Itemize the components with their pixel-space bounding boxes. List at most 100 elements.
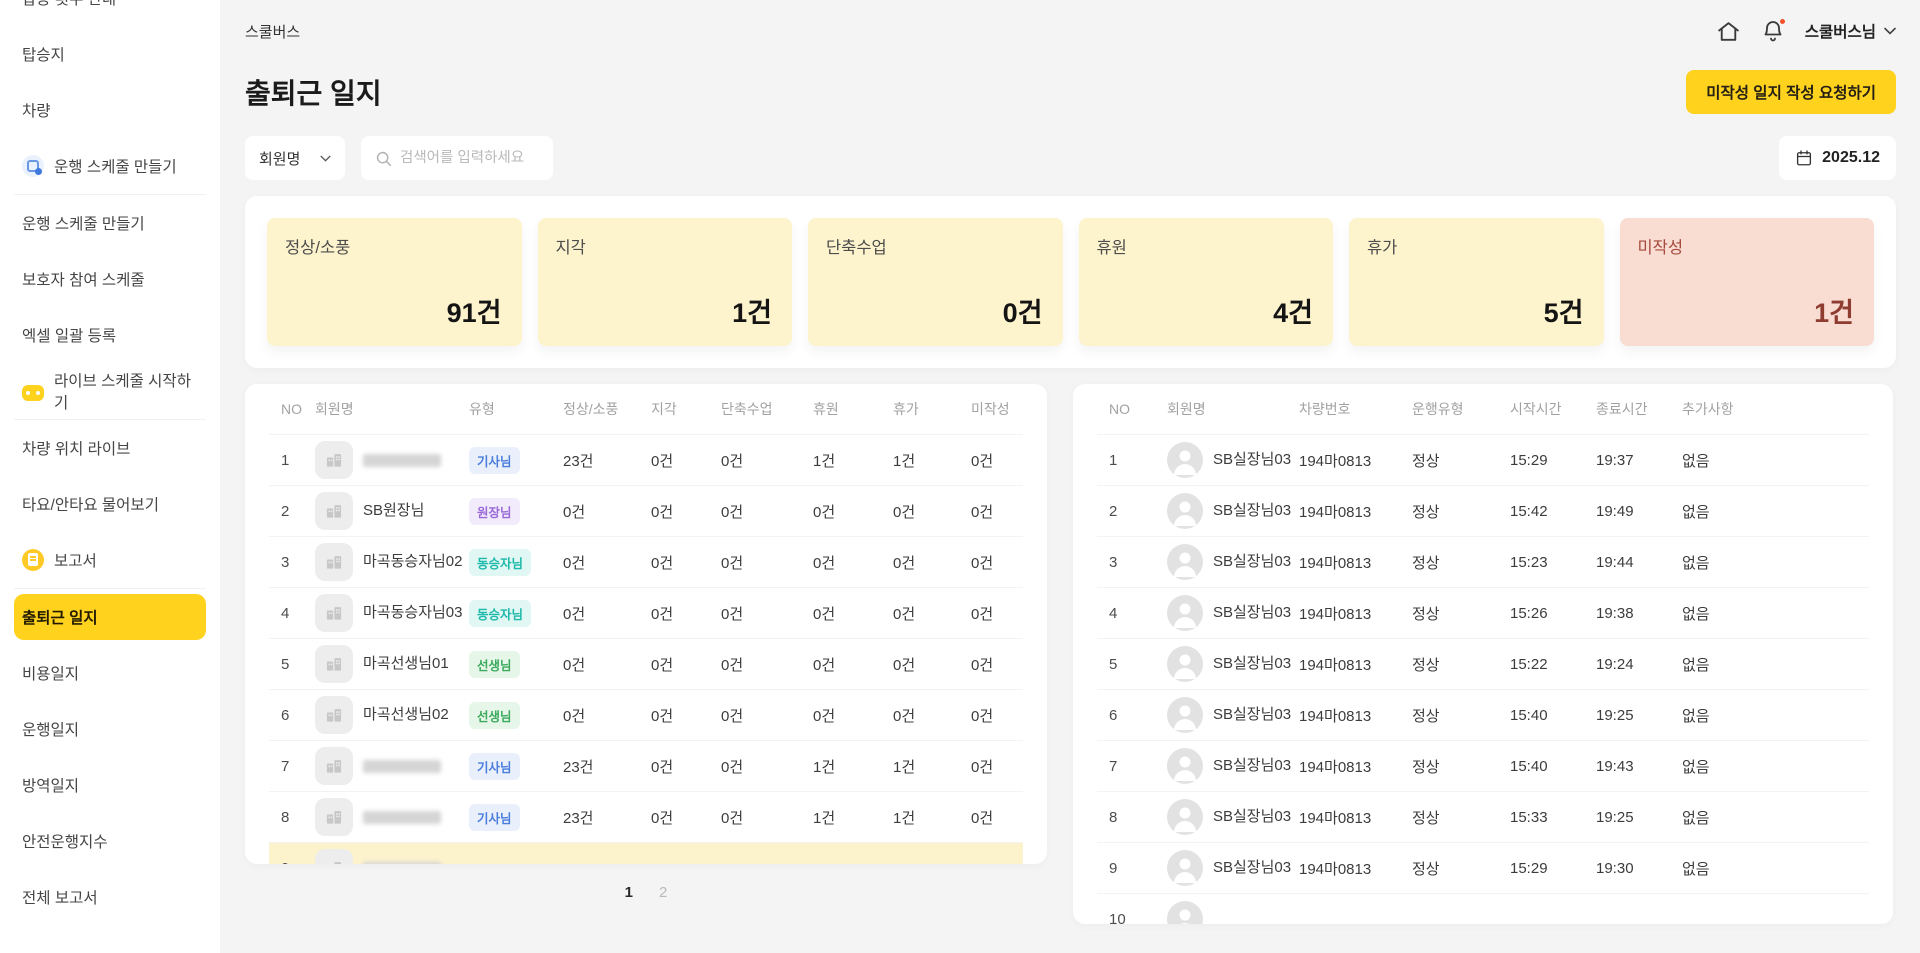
sidebar-item[interactable]: 차량 위치 라이브 — [14, 420, 206, 476]
count-cell: 0건 — [563, 501, 651, 522]
stat-value: 1건 — [732, 291, 772, 330]
count-cell: 1건 — [893, 756, 971, 777]
member-name: 마곡동승자님03 — [363, 603, 463, 623]
trip-type-cell: 정상 — [1412, 807, 1510, 828]
sidebar-item[interactable]: 엑셀 일괄 등록 — [14, 307, 206, 363]
sidebar-item[interactable]: 운행일지 — [14, 701, 206, 757]
sidebar-item[interactable]: 라이브 스케줄 시작하기 — [14, 363, 206, 419]
month-picker[interactable]: 2025.12 — [1779, 136, 1896, 180]
member-cell: SB원장님 — [315, 486, 469, 536]
count-cell: 0건 — [971, 807, 1023, 828]
notification-bell-icon[interactable] — [1761, 19, 1785, 43]
stat-value: 1건 — [1814, 291, 1854, 330]
sidebar-item-label: 차량 — [22, 99, 51, 121]
count-cell: 23건 — [563, 756, 651, 777]
trip-table-row[interactable]: 6SB실장님03194마0813정상15:4019:25없음 — [1097, 689, 1869, 740]
member-table-row[interactable]: 1기사님23건0건0건1건1건0건 — [269, 434, 1023, 485]
vehicle-number-cell: 194마0813 — [1299, 756, 1412, 777]
sidebar-item[interactable]: 방역일지 — [14, 757, 206, 813]
stat-value: 91건 — [447, 291, 502, 330]
trip-table-row[interactable]: 2SB실장님03194마0813정상15:4219:49없음 — [1097, 485, 1869, 536]
trip-table-row[interactable]: 5SB실장님03194마0813정상15:2219:24없음 — [1097, 638, 1869, 689]
user-menu[interactable]: 스쿨버스님 — [1805, 20, 1896, 42]
masked-name — [363, 862, 441, 865]
end-time-cell: 19:43 — [1596, 758, 1682, 775]
sidebar-item[interactable]: 타요/안타요 물어보기 — [14, 476, 206, 532]
count-cell: 0건 — [971, 501, 1023, 522]
member-cell: SB실장님03 — [1167, 793, 1299, 841]
member-table-row[interactable]: 2SB원장님원장님0건0건0건0건0건0건 — [269, 485, 1023, 536]
count-cell: 0건 — [721, 807, 813, 828]
sidebar-item[interactable]: 탑승지 — [14, 26, 206, 82]
member-table-row[interactable]: 7기사님23건0건0건1건1건0건 — [269, 740, 1023, 791]
sidebar-item[interactable]: 보호자 참여 스케줄 — [14, 251, 206, 307]
trip-table-row[interactable]: 9SB실장님03194마0813정상15:2919:30없음 — [1097, 842, 1869, 893]
member-table-row[interactable]: 5마곡선생님01선생님0건0건0건0건0건0건 — [269, 638, 1023, 689]
sidebar-item[interactable]: 비용일지 — [14, 645, 206, 701]
request-missing-log-button[interactable]: 미작성 일지 작성 요청하기 — [1686, 70, 1896, 114]
filter-row: 회원명 2025.12 — [245, 136, 1896, 180]
count-cell: 0건 — [813, 501, 893, 522]
trip-table-column: NO회원명차량번호운행유형시작시간종료시간추가사항 1SB실장님03194마08… — [1073, 384, 1893, 924]
start-time-cell: 15:29 — [1510, 452, 1596, 469]
row-number: 2 — [1097, 503, 1167, 520]
trip-table-row[interactable]: 8SB실장님03194마0813정상15:3319:25없음 — [1097, 791, 1869, 842]
trip-table-row[interactable]: 1SB실장님03194마0813정상15:2919:37없음 — [1097, 434, 1869, 485]
page-number[interactable]: 2 — [659, 884, 667, 901]
sidebar-item[interactable]: 탑승 횟수 안내 — [14, 0, 206, 26]
stat-label: 휴가 — [1367, 234, 1586, 258]
member-table-row[interactable]: 3마곡동승자님02동승자님0건0건0건0건0건0건 — [269, 536, 1023, 587]
count-cell: 0건 — [651, 807, 721, 828]
count-cell: 0건 — [563, 603, 651, 624]
trip-table-row[interactable]: 7SB실장님03194마0813정상15:4019:43없음 — [1097, 740, 1869, 791]
search-type-dropdown[interactable]: 회원명 — [245, 136, 345, 180]
trip-table-row[interactable]: 4SB실장님03194마0813정상15:2619:38없음 — [1097, 587, 1869, 638]
trip-table-row[interactable]: 10 — [1097, 893, 1869, 924]
member-name: SB실장님03 — [1213, 603, 1291, 623]
sidebar-item[interactable]: 운행 스케줄 만들기 — [14, 195, 206, 251]
note-cell: 없음 — [1682, 654, 1869, 675]
person-avatar-icon — [1167, 901, 1203, 924]
count-cell: 0건 — [971, 756, 1023, 777]
sidebar-item[interactable]: 안전운행지수 — [14, 813, 206, 869]
stat-card: 미작성1건 — [1620, 218, 1875, 346]
home-icon[interactable] — [1716, 19, 1741, 44]
trip-table-row[interactable]: 3SB실장님03194마0813정상15:2319:44없음 — [1097, 536, 1869, 587]
row-number: 7 — [1097, 758, 1167, 775]
page-number[interactable]: 1 — [625, 884, 633, 901]
member-table-row[interactable]: 4마곡동승자님03동승자님0건0건0건0건0건0건 — [269, 587, 1023, 638]
row-number: 4 — [1097, 605, 1167, 622]
count-cell: 0건 — [813, 552, 893, 573]
member-table-row[interactable]: 6마곡선생님02선생님0건0건0건0건0건0건 — [269, 689, 1023, 740]
member-name: 마곡동승자님02 — [363, 552, 463, 572]
member-cell: SB실장님03 — [1167, 844, 1299, 892]
end-time-cell: 19:25 — [1596, 809, 1682, 826]
sidebar-item[interactable]: 보고서 — [14, 532, 206, 588]
role-badge-cell: 기사님 — [469, 447, 563, 474]
member-table-row[interactable]: 9 — [269, 842, 1023, 864]
column-header: 휴가 — [893, 399, 971, 419]
member-table-row[interactable]: 8기사님23건0건0건1건1건0건 — [269, 791, 1023, 842]
sidebar-item[interactable]: 운행 스케줄 만들기 — [14, 138, 206, 194]
trip-table-body: 1SB실장님03194마0813정상15:2919:37없음2SB실장님0319… — [1097, 434, 1869, 924]
count-cell: 1건 — [893, 807, 971, 828]
row-number: 3 — [1097, 554, 1167, 571]
role-badge: 기사님 — [469, 753, 520, 780]
count-cell: 0건 — [893, 501, 971, 522]
sidebar-item[interactable]: 차량 — [14, 82, 206, 138]
member-cell: 마곡선생님01 — [315, 639, 469, 689]
role-badge-cell: 기사님 — [469, 753, 563, 780]
member-avatar-icon — [315, 441, 353, 479]
brand: 스쿨버스 — [245, 21, 300, 42]
member-avatar-icon — [315, 645, 353, 683]
sidebar-item[interactable]: 출퇴근 일지 — [14, 594, 206, 640]
sidebar-item[interactable]: 전체 보고서 — [14, 869, 206, 925]
note-cell: 없음 — [1682, 858, 1869, 879]
member-table: NO회원명유형정상/소풍지각단축수업휴원휴가미작성 1기사님23건0건0건1건1… — [245, 384, 1047, 864]
member-avatar-icon — [315, 696, 353, 734]
trip-table: NO회원명차량번호운행유형시작시간종료시간추가사항 1SB실장님03194마08… — [1073, 384, 1893, 924]
count-cell: 0건 — [971, 552, 1023, 573]
search-input[interactable] — [400, 150, 534, 166]
trip-type-cell: 정상 — [1412, 756, 1510, 777]
member-cell: SB실장님03 — [1167, 589, 1299, 637]
